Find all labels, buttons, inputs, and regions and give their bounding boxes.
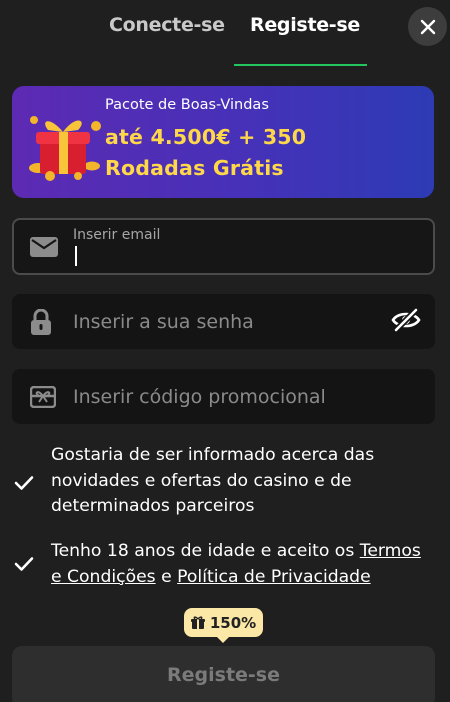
bonus-badge-text: 150%: [209, 613, 257, 632]
terms-consent-checkbox[interactable]: [12, 552, 36, 576]
banner-offer-line2: Rodadas Grátis: [105, 156, 284, 180]
tab-register[interactable]: Registe-se: [250, 14, 360, 36]
gift-icon: [190, 615, 205, 629]
terms-joiner-text: e: [155, 566, 178, 587]
gift-box-icon: [29, 116, 101, 181]
banner-subtitle: Pacote de Boas-Vindas: [105, 97, 269, 113]
register-submit-label: Registe-se: [167, 664, 280, 686]
auth-tabs: Conecte-se Registe-se: [0, 0, 450, 68]
marketing-consent-text: Gostaria de ser informado acerca das nov…: [51, 445, 375, 516]
promo-code-placeholder: Inserir código promocional: [73, 385, 326, 408]
lock-icon: [30, 308, 52, 335]
bonus-badge: 150%: [184, 608, 263, 643]
close-button[interactable]: [408, 7, 447, 46]
password-field[interactable]: Inserir a sua senha: [12, 294, 435, 349]
eye-slash-icon[interactable]: [391, 307, 421, 336]
marketing-consent-checkbox[interactable]: [12, 471, 36, 495]
email-field[interactable]: Inserir email: [12, 218, 435, 275]
password-placeholder: Inserir a sua senha: [73, 310, 254, 333]
active-tab-indicator: [234, 64, 367, 66]
welcome-bonus-banner: Pacote de Boas-Vindas até 4.500€ + 350 R…: [12, 86, 434, 198]
banner-offer-line1: até 4.500€ + 350: [105, 125, 307, 149]
promo-code-field[interactable]: Inserir código promocional: [12, 369, 435, 424]
close-icon: [420, 19, 435, 34]
banner-offer: até 4.500€ + 350 Rodadas Grátis: [105, 122, 306, 184]
text-caret: [75, 246, 77, 266]
gift-card-icon: [30, 385, 56, 408]
terms-prefix-text: Tenho 18 anos de idade e aceito os: [51, 541, 360, 561]
tab-login[interactable]: Conecte-se: [109, 14, 225, 36]
terms-consent-text: Tenho 18 anos de idade e aceito os Termo…: [51, 539, 436, 590]
checkmark-icon: [14, 476, 34, 490]
email-label: Inserir email: [73, 227, 161, 243]
register-submit-button[interactable]: Registe-se: [12, 646, 435, 702]
privacy-policy-link[interactable]: Política de Privacidade: [177, 567, 371, 587]
envelope-icon: [30, 236, 58, 257]
checkmark-icon: [14, 557, 34, 571]
